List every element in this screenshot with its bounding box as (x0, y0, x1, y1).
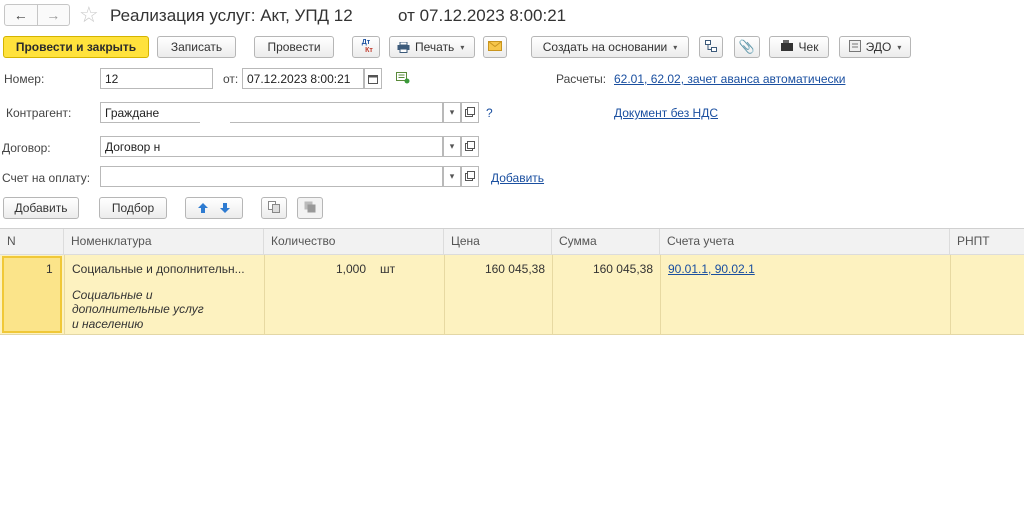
date-input[interactable]: 07.12.2023 8:00:21 (242, 68, 364, 89)
open-window-icon (465, 140, 475, 153)
column-divider (950, 255, 951, 335)
print-button[interactable]: Печать ▾ (389, 36, 475, 58)
dt-kt-button[interactable]: Дт Кт (352, 36, 380, 58)
counterparty-dropdown-button[interactable]: ▾ (443, 102, 461, 123)
row-price[interactable]: 160 045,38 (448, 262, 545, 276)
column-header-accounts[interactable]: Счета учета (660, 229, 950, 255)
print-button-label: Печать (415, 40, 455, 54)
contract-input[interactable]: Договор н (100, 136, 443, 157)
invoice-open-button[interactable] (461, 166, 479, 187)
receipt-button[interactable]: Чек (769, 36, 829, 58)
copy-row-button[interactable] (261, 197, 287, 219)
back-arrow-icon[interactable]: ← (5, 5, 38, 25)
printer-icon (397, 41, 410, 53)
calendar-icon[interactable] (364, 68, 382, 89)
page-title: Реализация услуг: Акт, УПД 12 (110, 6, 353, 25)
number-input[interactable]: 12 (100, 68, 213, 89)
invoice-input[interactable] (100, 166, 443, 187)
column-header-quantity[interactable]: Количество (264, 229, 444, 255)
post-button[interactable]: Провести (254, 36, 334, 58)
table-pick-button[interactable]: Подбор (99, 197, 167, 219)
counterparty-label: Контрагент: (6, 106, 72, 120)
copy-icon (268, 200, 280, 216)
row-unit[interactable]: шт (380, 262, 395, 276)
date-from-label: от: (223, 72, 239, 86)
chevron-down-icon: ▾ (449, 171, 455, 181)
row-number: 1 (46, 262, 53, 276)
chevron-down-icon: ▾ (460, 42, 465, 52)
forward-arrow-icon[interactable]: → (38, 5, 70, 25)
open-window-icon (465, 106, 475, 119)
cash-register-icon (780, 40, 794, 54)
move-down-icon[interactable] (214, 202, 236, 214)
counterparty-input[interactable]: Граждане (100, 102, 443, 123)
column-divider (64, 255, 65, 335)
chevron-down-icon: ▾ (449, 141, 455, 151)
save-button[interactable]: Записать (157, 36, 236, 58)
counterparty-value: Граждане (105, 106, 160, 120)
stack-icon (304, 201, 316, 216)
contract-value: Договор н (105, 140, 161, 154)
settlements-label: Расчеты: (556, 72, 607, 86)
favorite-star-icon[interactable]: ☆ (79, 2, 99, 28)
no-vat-document-link[interactable]: Документ без НДС (614, 106, 718, 120)
table-add-button[interactable]: Добавить (3, 197, 79, 219)
counterparty-open-button[interactable] (461, 102, 479, 123)
invoice-dropdown-button[interactable]: ▾ (443, 166, 461, 187)
chevron-down-icon: ▾ (897, 42, 902, 52)
edo-button-label: ЭДО (865, 40, 892, 54)
row-nomenclature[interactable]: Социальные и дополнительн... (72, 262, 245, 276)
row-description-line-2: дополнительные услуг (72, 302, 204, 316)
edo-icon (848, 39, 861, 55)
structure-button[interactable] (699, 36, 723, 58)
row-quantity[interactable]: 1,000 (300, 262, 366, 276)
move-up-icon[interactable] (192, 202, 214, 214)
column-divider (264, 255, 265, 335)
row-accounts-link[interactable]: 90.01.1, 90.02.1 (668, 262, 755, 276)
invoice-add-link[interactable]: Добавить (491, 171, 544, 185)
column-header-price[interactable]: Цена (444, 229, 552, 255)
receipt-button-label: Чек (798, 40, 819, 54)
column-header-nomenclature[interactable]: Номенклатура (64, 229, 264, 255)
row-sum[interactable]: 160 045,38 (556, 262, 653, 276)
email-button[interactable] (483, 36, 507, 58)
row-description-line-1: Социальные и (72, 288, 153, 302)
invoice-label: Счет на оплату: (2, 171, 91, 185)
posting-status-icon (396, 72, 410, 87)
column-divider (444, 255, 445, 335)
dt-kt-top-label: Дт (361, 39, 371, 46)
row-number-cell-focus (2, 256, 62, 333)
move-buttons-group (185, 197, 243, 219)
contract-label: Договор: (2, 141, 51, 155)
number-label: Номер: (4, 72, 45, 86)
paperclip-icon: 📎 (738, 39, 756, 54)
edo-button[interactable]: ЭДО ▾ (839, 36, 911, 58)
column-divider (660, 255, 661, 335)
hierarchy-icon (705, 39, 717, 55)
column-header-sum[interactable]: Сумма (552, 229, 660, 255)
contract-dropdown-button[interactable]: ▾ (443, 136, 461, 157)
post-and-close-button[interactable]: Провести и закрыть (3, 36, 149, 58)
dt-kt-bottom-label: Кт (365, 47, 373, 54)
column-header-n[interactable]: N (0, 229, 64, 255)
help-mark[interactable]: ? (486, 106, 493, 120)
create-based-on-label: Создать на основании (542, 40, 668, 54)
settlements-link[interactable]: 62.01, 62.02, зачет аванса автоматически (614, 72, 845, 86)
open-window-icon (465, 170, 475, 183)
row-description-line-3: и населению (72, 317, 144, 331)
column-divider (552, 255, 553, 335)
paste-row-button[interactable] (297, 197, 323, 219)
nav-buttons: ← → (4, 4, 70, 26)
envelope-icon (488, 40, 502, 54)
create-based-on-button[interactable]: Создать на основании ▾ (531, 36, 689, 58)
attachment-button[interactable]: 📎 (734, 36, 760, 58)
chevron-down-icon: ▾ (673, 42, 678, 52)
contract-open-button[interactable] (461, 136, 479, 157)
column-header-rnpt[interactable]: РНПТ (950, 229, 1024, 255)
chevron-down-icon: ▾ (449, 107, 455, 117)
page-title-date: от 07.12.2023 8:00:21 (398, 6, 567, 25)
